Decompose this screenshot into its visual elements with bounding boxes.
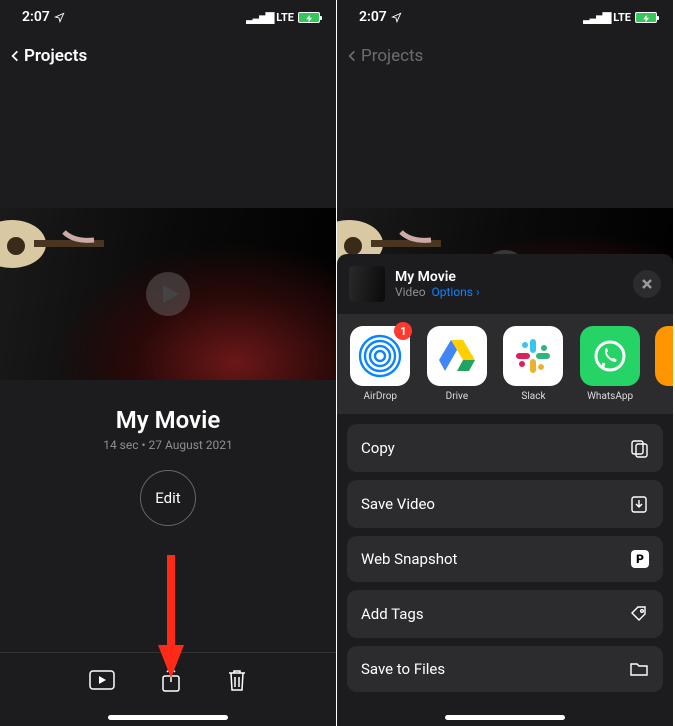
share-kind: Video <box>395 285 426 299</box>
status-time: 2:07 <box>22 9 50 25</box>
play-rect-icon[interactable] <box>89 670 115 690</box>
share-app-airdrop[interactable]: 1 AirDrop <box>349 326 412 402</box>
share-app-more[interactable] <box>655 326 673 386</box>
share-icon[interactable] <box>161 667 181 693</box>
share-thumbnail <box>349 266 385 302</box>
action-add-tags[interactable]: Add Tags <box>347 590 663 638</box>
tag-icon <box>629 604 649 624</box>
movie-title: My Movie <box>0 406 336 434</box>
edit-button[interactable]: Edit <box>140 470 196 526</box>
share-app-slack[interactable]: Slack <box>502 326 565 402</box>
video-thumbnail[interactable] <box>0 208 336 380</box>
download-icon <box>629 494 649 514</box>
copy-icon <box>629 438 649 458</box>
status-bar: 2:07 ▂▃▅▇ LTE <box>0 0 336 34</box>
chevron-left-icon[interactable] <box>8 46 22 66</box>
location-icon <box>391 12 402 23</box>
location-icon <box>54 12 65 23</box>
trash-icon[interactable] <box>227 668 247 692</box>
action-label: Copy <box>361 439 395 457</box>
battery-icon <box>298 12 320 23</box>
home-indicator[interactable] <box>445 715 565 720</box>
action-label: Save to Files <box>361 660 445 678</box>
back-button: Projects <box>361 46 423 66</box>
action-label: Add Tags <box>361 605 424 623</box>
action-web-snapshot[interactable]: Web Snapshot P <box>347 536 663 582</box>
action-copy[interactable]: Copy <box>347 424 663 472</box>
network-label: LTE <box>276 11 294 24</box>
whatsapp-icon <box>591 337 629 375</box>
screenshot-right: 2:07 ▂▃▅▇ LTE Projects <box>337 0 674 726</box>
screenshot-left: 2:07 ▂▃▅▇ LTE Projects My Movie <box>0 0 337 726</box>
signal-icon: ▂▃▅▇ <box>583 11 609 24</box>
action-save-to-files[interactable]: Save to Files <box>347 646 663 692</box>
status-bar: 2:07 ▂▃▅▇ LTE <box>337 0 673 34</box>
back-button[interactable]: Projects <box>24 46 87 66</box>
drive-icon <box>437 338 477 374</box>
app-label: AirDrop <box>349 391 412 402</box>
action-save-video[interactable]: Save Video <box>347 480 663 528</box>
share-actions: Copy Save Video Web Snapshot P Add Tags … <box>337 414 673 726</box>
share-app-shelf[interactable]: 1 AirDrop Drive <box>337 314 673 414</box>
share-title: My Movie <box>395 269 480 285</box>
app-label: Drive <box>426 391 489 402</box>
action-label: Save Video <box>361 495 435 513</box>
nav-bar: Projects <box>0 34 336 78</box>
battery-icon <box>635 12 657 23</box>
network-label: LTE <box>613 11 631 24</box>
share-app-whatsapp[interactable]: WhatsApp <box>579 326 642 402</box>
action-label: Web Snapshot <box>361 550 457 568</box>
home-indicator[interactable] <box>108 715 228 720</box>
share-app-drive[interactable]: Drive <box>426 326 489 402</box>
bottom-toolbar <box>0 652 336 706</box>
share-sheet: My Movie Video Options › 1 AirDrop <box>337 254 673 726</box>
signal-icon: ▂▃▅▇ <box>246 11 272 24</box>
share-options-button[interactable]: Options › <box>432 285 480 299</box>
close-icon <box>641 278 653 290</box>
pocket-icon: P <box>631 550 649 568</box>
chevron-left-icon <box>345 46 359 66</box>
status-time: 2:07 <box>359 9 387 25</box>
close-button[interactable] <box>633 270 661 298</box>
app-label: WhatsApp <box>579 391 642 402</box>
folder-icon <box>629 661 649 677</box>
movie-meta: 14 sec • 27 August 2021 <box>0 438 336 452</box>
nav-bar: Projects <box>337 34 673 78</box>
app-label: Slack <box>502 391 565 402</box>
slack-icon <box>514 337 552 375</box>
play-button[interactable] <box>145 271 191 317</box>
guitar-graphic <box>0 214 114 284</box>
airdrop-icon <box>358 334 402 378</box>
badge: 1 <box>394 322 412 340</box>
share-header: My Movie Video Options › <box>337 260 673 314</box>
